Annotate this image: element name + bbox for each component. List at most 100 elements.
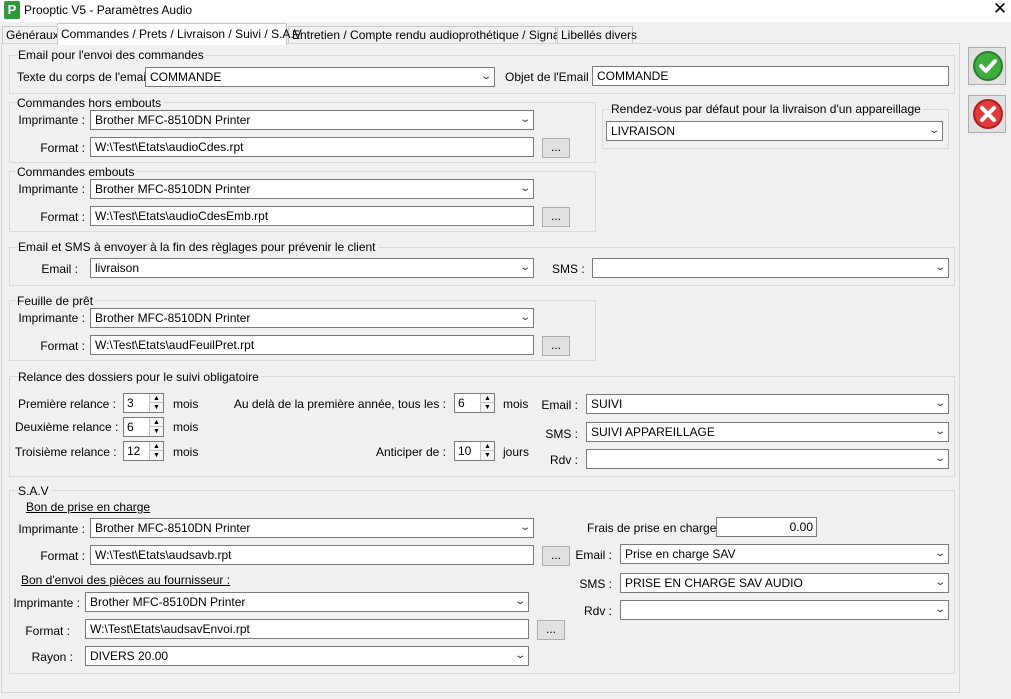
reglages-email-select[interactable]: livraison ⌄ [90,258,534,278]
sav-printer2-select[interactable]: Brother MFC-8510DN Printer ⌄ [85,592,529,612]
sav-format2-field[interactable]: W:\Test\Etats\audsavEnvoi.rpt [85,619,529,639]
window-title: Prooptic V5 - Paramètres Audio [24,3,193,17]
chevron-down-icon: ⌄ [518,312,531,323]
hors-embouts-printer-label: Imprimante : [18,113,85,127]
anticiper-unit: jours [503,445,530,459]
tab-commandes[interactable]: Commandes / Prets / Livraison / Suivi / … [57,23,302,45]
app-logo-icon: P [4,1,20,19]
email-body-select[interactable]: COMMANDE ⌄ [145,67,495,87]
cancel-x-icon [973,99,1003,129]
close-icon[interactable]: ✕ [990,0,1010,20]
sav-browse2-button[interactable]: ... [537,620,565,640]
embouts-printer-label: Imprimante : [18,182,85,196]
spin-up-icon[interactable]: ▲ [150,442,163,451]
sav-format2-label: Format : [25,624,70,638]
ok-button[interactable] [968,47,1006,85]
rayon-select[interactable]: DIVERS 20.00 ⌄ [85,646,529,666]
chevron-down-icon: ⌄ [933,398,946,409]
after-label: Au delà de la première année, tous les : [233,397,446,411]
sav-printer-value: Brother MFC-8510DN Printer [95,521,251,535]
embouts-printer-select[interactable]: Brother MFC-8510DN Printer ⌄ [90,179,534,199]
chevron-down-icon: ⌄ [933,548,946,559]
spin-up-icon[interactable]: ▲ [481,394,494,403]
pret-printer-value: Brother MFC-8510DN Printer [95,311,251,325]
rdv-livraison-value: LIVRAISON [611,124,676,138]
tab-libelles[interactable]: Libellés divers [557,26,637,44]
chevron-down-icon: ⌄ [927,125,940,136]
pret-legend: Feuille de prêt [17,294,96,308]
r1-label: Première relance : [17,397,116,411]
email-commandes-legend: Email pour l'envoi des commandes [18,48,206,62]
pret-format-field[interactable]: W:\Test\Etats\audFeuilPret.rpt [90,335,534,355]
hors-embouts-browse-button[interactable]: ... [542,138,570,158]
frais-label: Frais de prise en charge : [587,521,724,535]
r3-value: 12 [127,444,141,458]
pret-printer-select[interactable]: Brother MFC-8510DN Printer ⌄ [90,308,534,328]
chevron-down-icon: ⌄ [513,650,526,661]
pret-browse-button[interactable]: ... [542,336,570,356]
sav-email-value: Prise en charge SAV [625,547,736,561]
hors-embouts-printer-value: Brother MFC-8510DN Printer [95,113,251,127]
pret-printer-label: Imprimante : [18,311,85,325]
bon-envoi-heading: Bon d'envoi des pièces au fournisseur : [21,573,231,587]
spin-up-icon[interactable]: ▲ [481,442,494,451]
relance-email-select[interactable]: SUIVI ⌄ [586,394,949,414]
hors-embouts-printer-select[interactable]: Brother MFC-8510DN Printer ⌄ [90,110,534,130]
chevron-down-icon: ⌄ [513,596,526,607]
reglages-sms-select[interactable]: ⌄ [592,258,949,278]
spin-up-icon[interactable]: ▲ [150,394,163,403]
reglages-email-value: livraison [95,261,140,275]
chevron-down-icon: ⌄ [933,453,946,464]
spin-up-icon[interactable]: ▲ [150,418,163,427]
rdv-livraison-select[interactable]: LIVRAISON ⌄ [606,121,943,141]
title-bar: P Prooptic V5 - Paramètres Audio ✕ [0,0,1011,22]
cancel-button[interactable] [968,95,1006,133]
sav-printer2-value: Brother MFC-8510DN Printer [90,595,246,609]
r1-stepper[interactable]: 3 ▲ ▼ [123,393,164,413]
rayon-value: DIVERS 20.00 [90,649,169,663]
r3-stepper[interactable]: 12 ▲ ▼ [123,441,164,461]
after-unit: mois [503,397,529,411]
relance-sms-select[interactable]: SUIVI APPAREILLAGE ⌄ [586,422,949,442]
checkmark-icon [973,51,1003,81]
sav-rdv-label: Rdv : [583,604,612,618]
anticiper-stepper[interactable]: 10 ▲ ▼ [454,441,495,461]
sav-sms-select[interactable]: PRISE EN CHARGE SAV AUDIO ⌄ [620,573,949,593]
sav-email-select[interactable]: Prise en charge SAV ⌄ [620,544,949,564]
sav-printer-select[interactable]: Brother MFC-8510DN Printer ⌄ [90,518,534,538]
rayon-label: Rayon : [31,650,73,664]
r3-label: Troisième relance : [15,445,117,459]
sav-sms-label: SMS : [579,577,612,591]
pret-format-label: Format : [40,339,85,353]
spin-down-icon[interactable]: ▼ [481,403,494,412]
chevron-down-icon: ⌄ [933,604,946,615]
r3-unit: mois [173,445,199,459]
embouts-format-field[interactable]: W:\Test\Etats\audioCdesEmb.rpt [90,206,534,226]
r2-stepper[interactable]: 6 ▲ ▼ [123,417,164,437]
frais-field[interactable]: 0.00 [716,517,817,537]
spin-down-icon[interactable]: ▼ [150,403,163,412]
email-subject-field[interactable]: COMMANDE [592,66,949,86]
spin-down-icon[interactable]: ▼ [150,451,163,460]
embouts-browse-button[interactable]: ... [542,207,570,227]
embouts-legend: Commandes embouts [17,165,137,179]
spin-down-icon[interactable]: ▼ [481,451,494,460]
chevron-down-icon: ⌄ [933,262,946,273]
chevron-down-icon: ⌄ [479,71,492,82]
tab-generaux[interactable]: Généraux [2,26,59,44]
sav-rdv-select[interactable]: ⌄ [620,600,949,620]
spin-down-icon[interactable]: ▼ [150,427,163,436]
sav-format-label: Format : [40,549,85,563]
sav-format-field[interactable]: W:\Test\Etats\audsavb.rpt [90,545,534,565]
hors-embouts-format-field[interactable]: W:\Test\Etats\audioCdes.rpt [90,137,534,157]
chevron-down-icon: ⌄ [518,262,531,273]
relance-rdv-select[interactable]: ⌄ [586,449,949,469]
embouts-printer-value: Brother MFC-8510DN Printer [95,182,251,196]
r2-value: 6 [127,420,134,434]
hors-embouts-legend: Commandes hors embouts [17,96,164,110]
after-stepper[interactable]: 6 ▲ ▼ [454,393,495,413]
chevron-down-icon: ⌄ [933,577,946,588]
tab-entretien[interactable]: Entretien / Compte rendu audioprothétiqu… [288,26,580,44]
relance-email-label: Email : [541,398,578,412]
email-subject-label: Objet de l'Email : [505,70,596,84]
